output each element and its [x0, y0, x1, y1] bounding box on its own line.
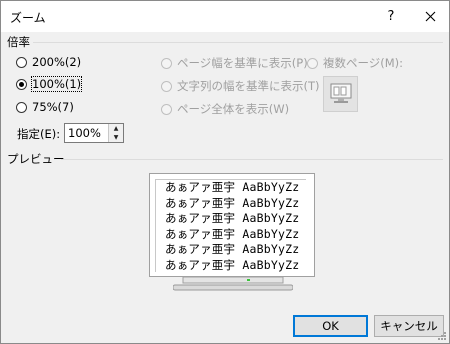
radio-circle[interactable] [16, 56, 27, 68]
resize-grip-icon[interactable] [438, 332, 447, 341]
preview-line: あぁアァ亜宇 AaBbYyZz [165, 242, 300, 256]
preview-line: あぁアァ亜宇 AaBbYyZz [165, 195, 300, 210]
zoom-separator [33, 42, 443, 43]
radio-circle[interactable] [161, 57, 172, 69]
radio-whole-page[interactable]: ページ全体を表示(W) [161, 101, 289, 117]
radio-many-pages[interactable]: 複数ページ(M): [307, 55, 403, 71]
radio-page-width[interactable]: ページ幅を基準に表示(P) [161, 55, 308, 71]
preview-page: あぁアァ亜宇 AaBbYyZz あぁアァ亜宇 AaBbYyZz あぁアァ亜宇 A… [149, 173, 315, 277]
zoom-dialog: ズーム ? 倍率 200%(2) 100%(1) 75%(7) ページ幅を基準に… [0, 0, 450, 344]
ok-button[interactable]: OK [293, 315, 368, 337]
preview-separator [61, 159, 443, 160]
radio-200-label: 200%(2) [32, 55, 82, 69]
dialog-title: ズーム [10, 11, 46, 25]
radio-text-width[interactable]: 文字列の幅を基準に表示(T) [161, 78, 320, 94]
radio-circle-selected[interactable] [16, 78, 27, 90]
radio-circle[interactable] [16, 101, 27, 113]
preview-line: あぁアァ亜宇 AaBbYyZz [165, 211, 300, 225]
close-icon [425, 11, 435, 22]
radio-100-label: 100%(1) [30, 76, 83, 92]
preview-label: プレビュー [7, 152, 65, 166]
many-pages-button[interactable] [323, 76, 358, 112]
radio-text-width-label: 文字列の幅を基準に表示(T) [177, 79, 320, 93]
radio-whole-page-label: ページ全体を表示(W) [177, 102, 290, 116]
radio-circle[interactable] [161, 103, 172, 115]
zoom-to-label: 倍率 [7, 35, 30, 49]
radio-75[interactable]: 75%(7) [16, 100, 74, 114]
help-icon: ? [387, 9, 395, 24]
radio-75-label: 75%(7) [32, 100, 74, 114]
radio-circle[interactable] [307, 57, 318, 69]
spin-down-icon[interactable]: ▼ [108, 133, 123, 142]
title-bar: ズーム ? [1, 1, 449, 32]
cancel-button[interactable]: キャンセル [374, 315, 444, 337]
radio-100[interactable]: 100%(1) [16, 76, 83, 92]
percent-value[interactable]: 100% [68, 126, 101, 140]
help-button[interactable]: ? [369, 1, 413, 32]
preview-line: あぁアァ亜宇 AaBbYyZz [165, 180, 300, 194]
radio-200[interactable]: 200%(2) [16, 55, 81, 69]
preview-text-area: あぁアァ亜宇 AaBbYyZz あぁアァ亜宇 AaBbYyZz あぁアァ亜宇 A… [155, 179, 306, 272]
radio-many-pages-label: 複数ページ(M): [323, 56, 404, 70]
radio-page-width-label: ページ幅を基準に表示(P) [177, 56, 308, 70]
preview-line: あぁアァ亜宇 AaBbYyZz [165, 257, 300, 272]
monitor-base-icon [173, 277, 293, 291]
close-button[interactable] [411, 1, 449, 32]
percent-spinner[interactable]: 100% ▲ ▼ [64, 123, 124, 143]
percent-label: 指定(E): [17, 127, 61, 141]
radio-circle[interactable] [161, 80, 172, 92]
monitor-icon [330, 83, 351, 103]
preview-line: あぁアァ亜宇 AaBbYyZz [165, 226, 300, 241]
